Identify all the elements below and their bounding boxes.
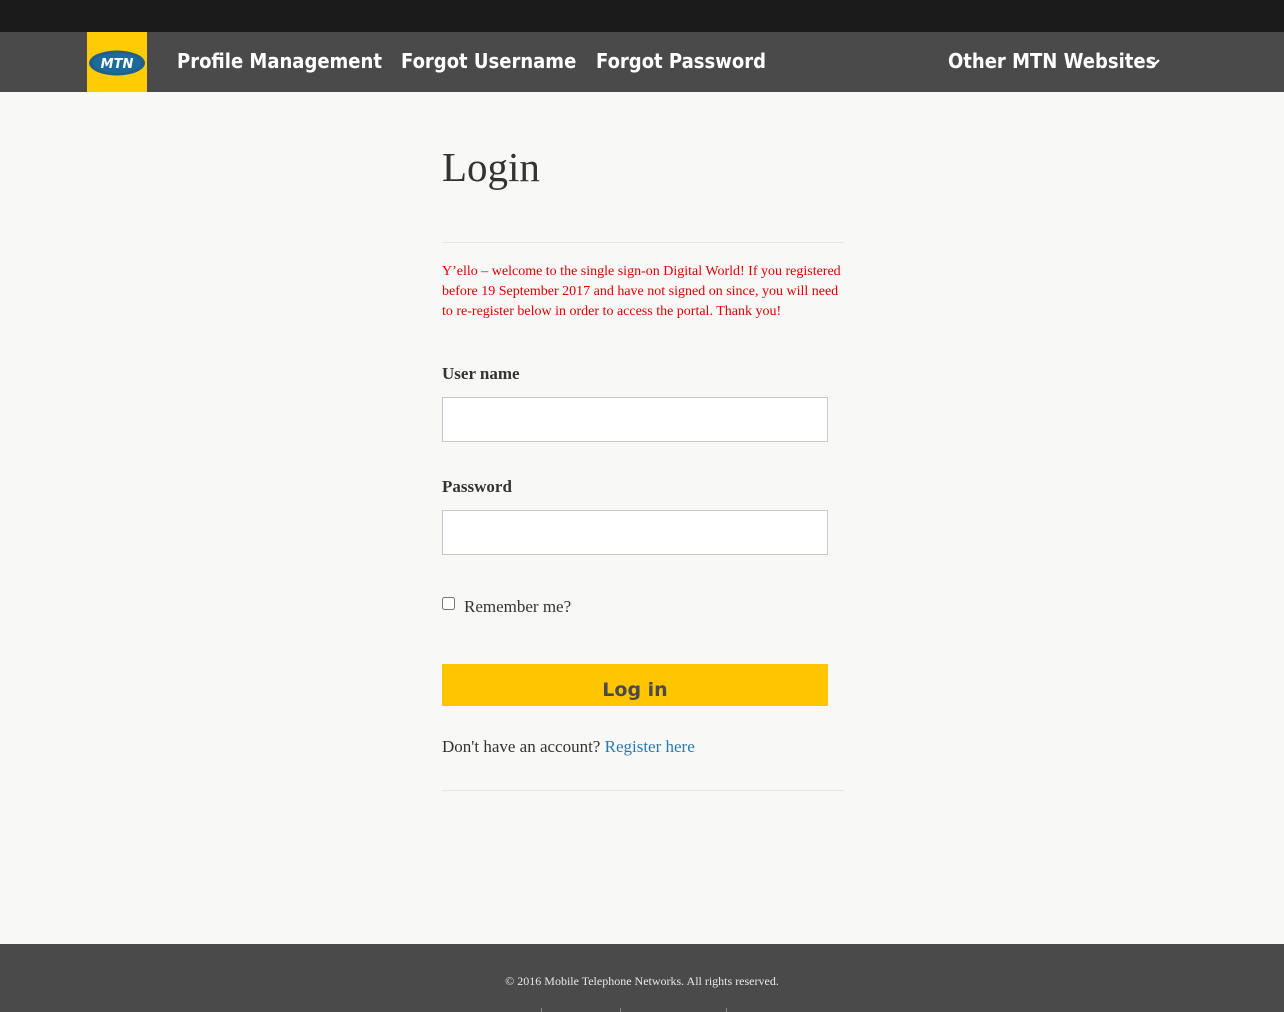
top-bar (0, 0, 1284, 32)
page-title: Login (442, 144, 540, 190)
copyright-text: © 2016 Mobile Telephone Networks. All ri… (505, 974, 779, 988)
username-input[interactable] (442, 397, 828, 442)
chevron-down-icon[interactable] (1147, 58, 1161, 68)
nav-other-mtn-websites[interactable]: Other MTN Websites (948, 32, 1156, 92)
register-row: Don't have an account? Register here (442, 737, 695, 757)
mtn-logo-icon: MTN (89, 50, 145, 76)
register-prompt: Don't have an account? (442, 737, 601, 756)
footer-link-separator (541, 1008, 542, 1012)
nav-profile-management[interactable]: Profile Management (177, 32, 382, 92)
password-label: Password (442, 477, 512, 496)
register-link[interactable]: Register here (605, 737, 695, 756)
nav-forgot-password[interactable]: Forgot Password (596, 32, 766, 92)
footer: © 2016 Mobile Telephone Networks. All ri… (0, 944, 1284, 1012)
footer-link-separator (620, 1008, 621, 1012)
mtn-logo[interactable]: MTN (87, 32, 147, 92)
main-nav: MTN Profile Management Forgot Username F… (0, 32, 1284, 92)
remember-me-label[interactable]: Remember me? (464, 597, 571, 617)
svg-text:MTN: MTN (101, 57, 134, 72)
login-button[interactable]: Log in (442, 664, 828, 706)
welcome-notice: Y’ello – welcome to the single sign-on D… (442, 264, 841, 319)
password-input[interactable] (442, 510, 828, 555)
remember-me-checkbox[interactable] (442, 597, 455, 610)
footer-link-separator (726, 1008, 727, 1012)
divider (442, 790, 844, 791)
divider (442, 242, 844, 243)
nav-forgot-username[interactable]: Forgot Username (401, 32, 576, 92)
username-label: User name (442, 364, 520, 383)
